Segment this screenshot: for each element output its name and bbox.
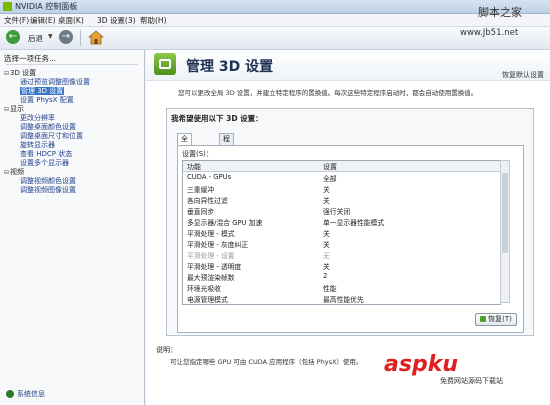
feature-cell: 平滑处理 - 灰度纠正: [187, 241, 249, 249]
setting-cell[interactable]: 最高性能优先: [323, 294, 364, 304]
3d-settings-icon: [154, 53, 176, 75]
feature-cell: 三重缓冲: [187, 186, 215, 194]
setting-cell[interactable]: 单一显示器性能模式: [323, 217, 384, 227]
back-arrow-icon[interactable]: ←: [6, 30, 20, 44]
table-row[interactable]: 垂直同步 强行关闭: [183, 205, 500, 216]
feature-cell: 各向异性过滤: [187, 197, 228, 205]
feature-cell: 平滑处理 - 透明度: [187, 263, 242, 271]
feature-cell: CUDA - GPUs: [187, 173, 232, 181]
sidebar-item-video-image[interactable]: 调整视频图像设置: [20, 185, 76, 195]
setting-cell[interactable]: 无: [323, 250, 330, 260]
nvidia-logo-icon: [480, 316, 487, 322]
restore-defaults-link[interactable]: 恢复默认设置: [502, 70, 544, 80]
table-row[interactable]: 电源管理模式 最高性能优先: [183, 293, 500, 304]
column-header-setting[interactable]: 设置: [323, 162, 337, 172]
main-panel: 管理 3D 设置 恢复默认设置 您可以更改全局 3D 设置，并建立特定程序的置换…: [146, 50, 550, 405]
tab-panel: 设置(S)： 功能 设置 CUDA - GPUs 全部 三重缓冲关各向异性过滤关垂直…: [177, 145, 524, 333]
feature-cell: 垂直同步: [187, 208, 215, 216]
setting-cell[interactable]: 2: [323, 272, 327, 280]
system-info-link[interactable]: 系统信息: [6, 389, 45, 399]
back-label[interactable]: 后退: [28, 33, 43, 44]
setting-cell[interactable]: 关: [323, 239, 330, 249]
feature-cell: 多显示器/混合 GPU 加速: [187, 219, 263, 227]
setting-cell[interactable]: 全部: [323, 173, 337, 183]
setting-cell[interactable]: 关: [323, 184, 330, 194]
menu-edit[interactable]: 编辑(E): [30, 15, 56, 26]
feature-cell: 电源管理模式: [187, 296, 228, 304]
watermark-logo: aspku: [384, 352, 458, 377]
settings-table: 功能 设置 CUDA - GPUs 全部 三重缓冲关各向异性过滤关垂直同步 强行关闭多…: [182, 160, 501, 305]
settings-label: 设置(S)：: [182, 150, 213, 158]
table-row[interactable]: 平滑处理 - 透明度 关: [183, 260, 500, 271]
divider: [6, 64, 138, 65]
table-row[interactable]: 最大预渲染帧数 2: [183, 271, 500, 282]
table-row[interactable]: 平滑处理 - 模式 关: [183, 227, 500, 238]
menu-help[interactable]: 帮助(H): [140, 15, 167, 26]
tab-program-settings[interactable]: 程序设置: [219, 133, 234, 176]
page-title: 管理 3D 设置: [186, 59, 274, 75]
setting-cell[interactable]: 关: [323, 261, 330, 271]
window-title: NVIDIA 控制面板: [15, 2, 78, 11]
setting-cell[interactable]: 强行关闭: [323, 206, 350, 216]
watermark-site-url: www.Jb51.net: [460, 28, 519, 38]
info-icon: [6, 390, 14, 398]
forward-arrow-icon[interactable]: →: [59, 30, 73, 44]
column-header-feature[interactable]: 功能: [187, 162, 201, 172]
feature-cell: 平滑处理 - 设置: [187, 252, 235, 260]
setting-cell[interactable]: 关: [323, 228, 330, 238]
nvidia-app-icon: [3, 2, 12, 11]
scrollbar-thumb[interactable]: [502, 173, 508, 253]
table-row[interactable]: CUDA - GPUs 全部: [183, 172, 500, 183]
menu-desktop[interactable]: 桌面(K): [58, 15, 84, 26]
help-text: 可让您指定哪些 GPU 可由 CUDA 应用程序（包括 PhysX）使用。: [170, 358, 363, 366]
sidebar-item-physx[interactable]: 设置 PhysX 配置: [20, 95, 74, 105]
page-banner: 管理 3D 设置 恢复默认设置: [146, 50, 550, 81]
setting-cell[interactable]: 关: [323, 195, 330, 205]
table-row[interactable]: 各向异性过滤 关: [183, 194, 500, 205]
table-row[interactable]: 平滑处理 - 设置 无: [183, 249, 500, 260]
task-header: 选择一项任务...: [4, 54, 57, 63]
watermark-site-name: 脚本之家: [478, 6, 522, 19]
table-row[interactable]: 环境光吸收 性能: [183, 282, 500, 293]
nvidia-control-panel-window: NVIDIA 控制面板 文件(F) 编辑(E) 桌面(K) 3D 设置(3) 帮…: [0, 0, 550, 405]
restore-button[interactable]: 恢复(T): [475, 313, 517, 326]
task-sidebar: 选择一项任务... ⊟3D 设置 通过预览调整图像设置 管理 3D 设置 设置 …: [0, 50, 145, 405]
watermark-subtitle: 免费网站源码下载站: [440, 377, 503, 385]
menu-file[interactable]: 文件(F): [4, 15, 29, 26]
home-icon[interactable]: [88, 30, 104, 45]
menu-3d-settings[interactable]: 3D 设置(3): [97, 15, 136, 26]
toolbar-separator: [80, 30, 81, 46]
feature-cell: 最大预渲染帧数: [187, 274, 235, 282]
page-description: 您可以更改全局 3D 设置，并建立特定程序的置换值。每次这些特定程序启动时，都会…: [178, 89, 478, 97]
table-row[interactable]: 平滑处理 - 灰度纠正 关: [183, 238, 500, 249]
table-header: 功能 设置: [183, 161, 500, 172]
back-dropdown-icon[interactable]: ▼: [48, 33, 53, 40]
sidebar-item-multi-display[interactable]: 设置多个显示器: [20, 158, 69, 168]
table-row[interactable]: 多显示器/混合 GPU 加速 单一显示器性能模式: [183, 216, 500, 227]
group-title: 我希望使用以下 3D 设置：: [171, 114, 263, 123]
title-bar: NVIDIA 控制面板: [0, 0, 550, 14]
help-title: 说明：: [156, 346, 177, 354]
setting-cell[interactable]: 性能: [323, 283, 337, 293]
menu-bar: 文件(F) 编辑(E) 桌面(K) 3D 设置(3) 帮助(H): [0, 14, 550, 27]
table-scrollbar[interactable]: [500, 160, 510, 303]
table-row[interactable]: 三重缓冲 关: [183, 183, 500, 194]
feature-cell: 平滑处理 - 模式: [187, 230, 235, 238]
feature-cell: 环境光吸收: [187, 285, 221, 293]
settings-group: 我希望使用以下 3D 设置： 全局设置 程序设置 设置(S)： 功能 设置 CU…: [166, 108, 534, 336]
